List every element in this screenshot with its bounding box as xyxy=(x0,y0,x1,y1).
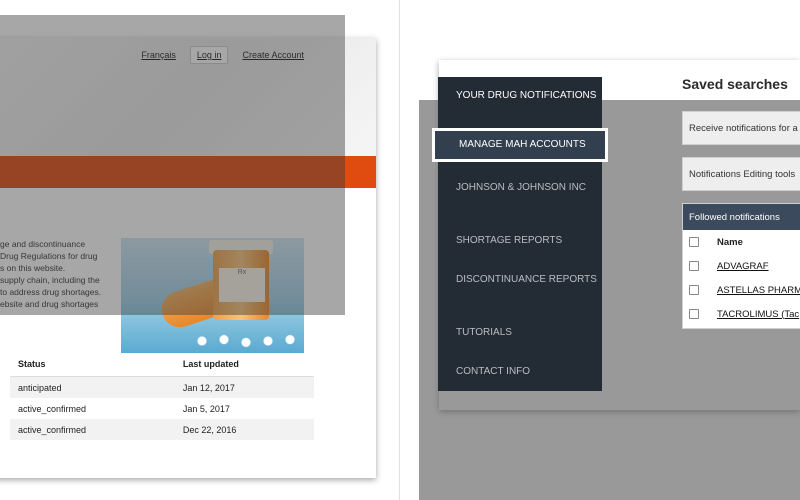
date-cell: Dec 22, 2016 xyxy=(174,419,314,440)
sidebar-item-tutorials[interactable]: TUTORIALS xyxy=(438,326,602,340)
table-row: anticipated Jan 12, 2017 xyxy=(10,376,314,398)
sidebar-item-johnson-johnson[interactable]: JOHNSON & JOHNSON INC xyxy=(438,181,602,195)
status-cell: active_confirmed xyxy=(18,403,87,414)
sidebar-item-discontinuance-reports[interactable]: DISCONTINUANCE REPORTS xyxy=(438,273,602,287)
panel-divider xyxy=(399,0,400,500)
select-all-checkbox[interactable] xyxy=(689,237,699,247)
list-item: ADVAGRAF xyxy=(683,254,800,278)
saved-searches-title: Saved searches xyxy=(682,76,788,92)
sidebar-item-contact-info[interactable]: CONTACT INFO xyxy=(438,365,602,379)
sidebar-item-manage-mah-accounts[interactable]: MANAGE MAH ACCOUNTS xyxy=(432,128,608,162)
dim-overlay xyxy=(0,15,345,315)
list-item: TACROLIMUS (Tac xyxy=(683,302,800,326)
table-header-row: Status Last updated xyxy=(10,352,314,377)
row-checkbox[interactable] xyxy=(689,309,699,319)
status-cell: active_confirmed xyxy=(10,419,175,440)
status-header: Status xyxy=(10,352,175,377)
drug-link[interactable]: TACROLIMUS (Tac xyxy=(717,309,799,320)
sidebar-item-your-drug-notifications[interactable]: YOUR DRUG NOTIFICATIONS xyxy=(438,89,602,103)
row-checkbox[interactable] xyxy=(689,261,699,271)
table-row: active_confirmed Jan 5, 2017 xyxy=(10,398,314,419)
drug-link[interactable]: ADVAGRAF xyxy=(717,261,769,272)
status-table: Status Last updated anticipated Jan 12, … xyxy=(10,352,314,440)
date-cell: Jan 12, 2017 xyxy=(174,376,314,398)
notifications-editing-tools-box[interactable]: Notifications Editing tools xyxy=(682,157,800,191)
table-row: active_confirmed Dec 22, 2016 xyxy=(10,419,314,440)
left-screenshot-panel: Français Log in Create Account ge and di… xyxy=(0,0,400,500)
list-item: ASTELLAS PHARM xyxy=(683,278,800,302)
followed-column-header: Name xyxy=(683,230,800,254)
row-checkbox[interactable] xyxy=(689,285,699,295)
status-cell: anticipated xyxy=(10,376,175,398)
account-sidebar: YOUR DRUG NOTIFICATIONS MANAGE MAH ACCOU… xyxy=(432,77,608,391)
name-column-header: Name xyxy=(717,236,743,248)
sidebar-item-shortage-reports[interactable]: SHORTAGE REPORTS xyxy=(438,234,602,248)
date-cell: Jan 5, 2017 xyxy=(182,403,230,414)
last-updated-header: Last updated xyxy=(174,352,314,377)
drug-link[interactable]: ASTELLAS PHARM xyxy=(717,285,800,296)
right-screenshot-panel: YOUR DRUG NOTIFICATIONS MANAGE MAH ACCOU… xyxy=(419,0,800,500)
followed-notifications-header: Followed notifications xyxy=(683,204,800,230)
receive-notifications-box[interactable]: Receive notifications for a xyxy=(682,111,800,145)
followed-notifications-panel: Followed notifications Name ADVAGRAF AST… xyxy=(682,203,800,329)
pills xyxy=(191,334,301,348)
